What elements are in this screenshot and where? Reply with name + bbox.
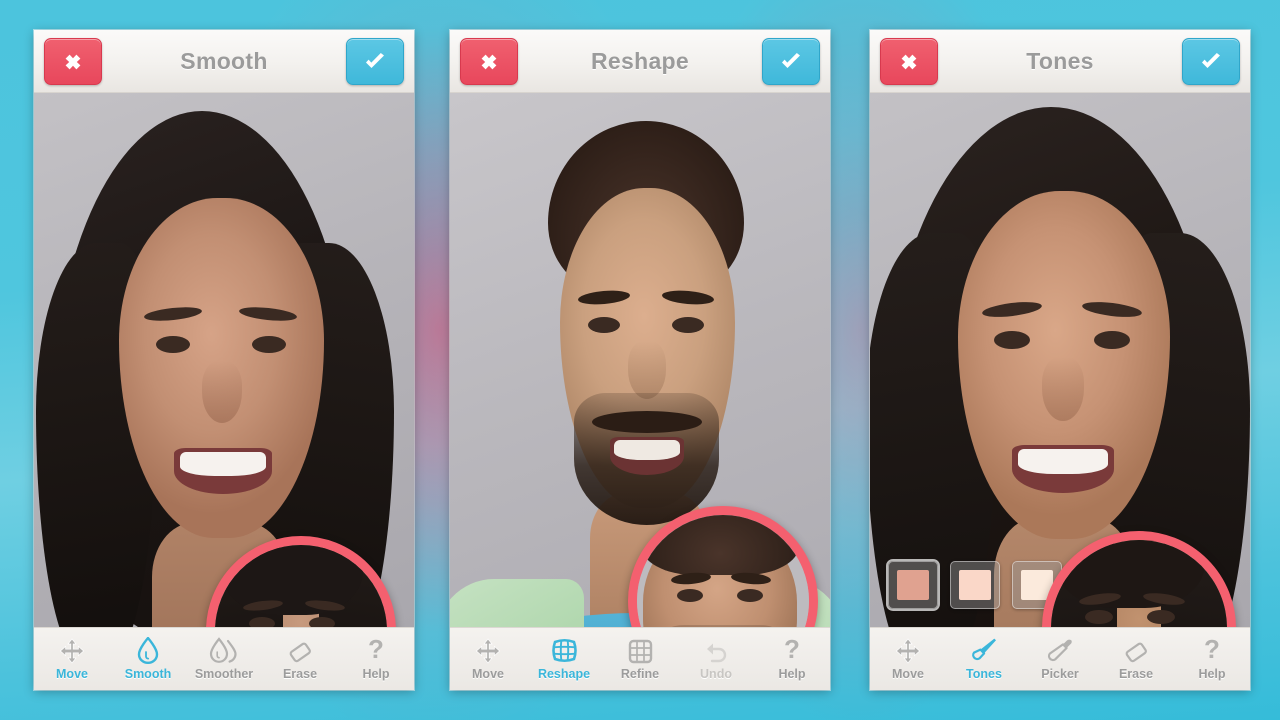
droplet-icon <box>137 637 159 664</box>
tool-toolbar: Move Smooth Smoother Erase ? Help <box>34 627 414 690</box>
svg-text:?: ? <box>368 637 384 664</box>
tool-smooth[interactable]: Smooth <box>114 637 182 681</box>
close-button[interactable] <box>44 38 102 85</box>
move-arrows-icon <box>895 637 921 664</box>
magnifier-loupe[interactable] <box>1042 531 1236 627</box>
question-mark-icon: ? <box>366 637 386 664</box>
tone-swatch-strip <box>888 561 1062 609</box>
tool-label: Refine <box>620 667 660 681</box>
undo-icon <box>703 637 729 664</box>
move-arrows-icon <box>59 637 85 664</box>
close-x-icon <box>65 54 81 69</box>
tool-label: Move <box>892 667 924 681</box>
panel-title: Smooth <box>180 47 268 74</box>
question-mark-icon: ? <box>782 637 802 664</box>
apply-button[interactable] <box>1182 38 1240 85</box>
eyedropper-icon <box>1047 637 1074 664</box>
tone-swatch-2[interactable] <box>950 561 1000 609</box>
eraser-icon <box>1123 637 1149 664</box>
close-button[interactable] <box>880 38 938 85</box>
editor-panel-smooth: Smooth Move Smooth Smoother Erase ? Help <box>34 30 414 690</box>
photo-canvas[interactable] <box>34 93 414 627</box>
grid-icon <box>628 637 653 664</box>
tool-move[interactable]: Move <box>874 637 942 681</box>
tone-swatch-1-color <box>897 570 929 600</box>
tool-picker[interactable]: Picker <box>1026 637 1094 681</box>
tool-label: Help <box>778 667 806 681</box>
close-x-icon <box>901 54 917 69</box>
tool-smoother[interactable]: Smoother <box>190 637 258 681</box>
eraser-icon <box>287 637 313 664</box>
svg-text:?: ? <box>1204 637 1220 664</box>
loupe-preview-original <box>1051 540 1227 627</box>
tool-refine[interactable]: Refine <box>606 637 674 681</box>
double-droplet-icon <box>209 637 239 664</box>
tone-swatch-1[interactable] <box>888 561 938 609</box>
tool-label: Help <box>1198 667 1226 681</box>
apply-button[interactable] <box>346 38 404 85</box>
close-button[interactable] <box>460 38 518 85</box>
tool-label: Move <box>56 667 88 681</box>
tool-toolbar: Move Tones Picker Erase ? Help <box>870 627 1250 690</box>
question-mark-icon: ? <box>1202 637 1222 664</box>
magnifier-loupe[interactable] <box>206 536 396 627</box>
apply-button[interactable] <box>762 38 820 85</box>
move-arrows-icon <box>475 637 501 664</box>
magnifier-loupe[interactable] <box>628 506 818 627</box>
tool-label: Move <box>472 667 504 681</box>
tool-label: Smoother <box>194 667 254 681</box>
brush-icon <box>971 637 998 664</box>
tool-help[interactable]: ? Help <box>342 637 410 681</box>
tool-help[interactable]: ? Help <box>1178 637 1246 681</box>
tool-label: Undo <box>700 667 732 681</box>
tone-swatch-2-color <box>959 570 991 600</box>
tool-toolbar: Move Reshape Refine Undo ? Help <box>450 627 830 690</box>
loupe-preview-original <box>215 545 387 627</box>
checkmark-icon <box>782 52 800 68</box>
tool-reshape[interactable]: Reshape <box>530 637 598 681</box>
photo-canvas[interactable] <box>870 93 1250 627</box>
panel-title: Reshape <box>591 47 689 74</box>
tool-help[interactable]: ? Help <box>758 637 826 681</box>
tool-label: Picker <box>1041 667 1079 681</box>
tool-tones[interactable]: Tones <box>950 637 1018 681</box>
checkmark-icon <box>1202 52 1220 68</box>
tool-label: Help <box>362 667 390 681</box>
checkmark-icon <box>366 52 384 68</box>
tool-label: Smooth <box>124 667 172 681</box>
photo-canvas[interactable] <box>450 93 830 627</box>
panel-titlebar: Tones <box>870 30 1250 93</box>
panel-titlebar: Reshape <box>450 30 830 93</box>
warped-grid-icon <box>551 637 578 664</box>
svg-text:?: ? <box>784 637 800 664</box>
tool-move[interactable]: Move <box>38 637 106 681</box>
close-x-icon <box>481 54 497 69</box>
editor-panel-reshape: Reshape Move Reshape Refine Undo ? Help <box>450 30 830 690</box>
editor-panel-tones: Tones Move Tones Picker Erase ? Help <box>870 30 1250 690</box>
tool-label: Erase <box>1118 667 1154 681</box>
tool-label: Erase <box>282 667 318 681</box>
tool-label: Reshape <box>537 667 591 681</box>
tool-undo[interactable]: Undo <box>682 637 750 681</box>
panel-title: Tones <box>1026 47 1094 74</box>
panel-titlebar: Smooth <box>34 30 414 93</box>
loupe-preview-original <box>637 515 809 627</box>
tool-erase[interactable]: Erase <box>1102 637 1170 681</box>
tool-erase[interactable]: Erase <box>266 637 334 681</box>
tool-move[interactable]: Move <box>454 637 522 681</box>
tool-label: Tones <box>966 667 1002 681</box>
